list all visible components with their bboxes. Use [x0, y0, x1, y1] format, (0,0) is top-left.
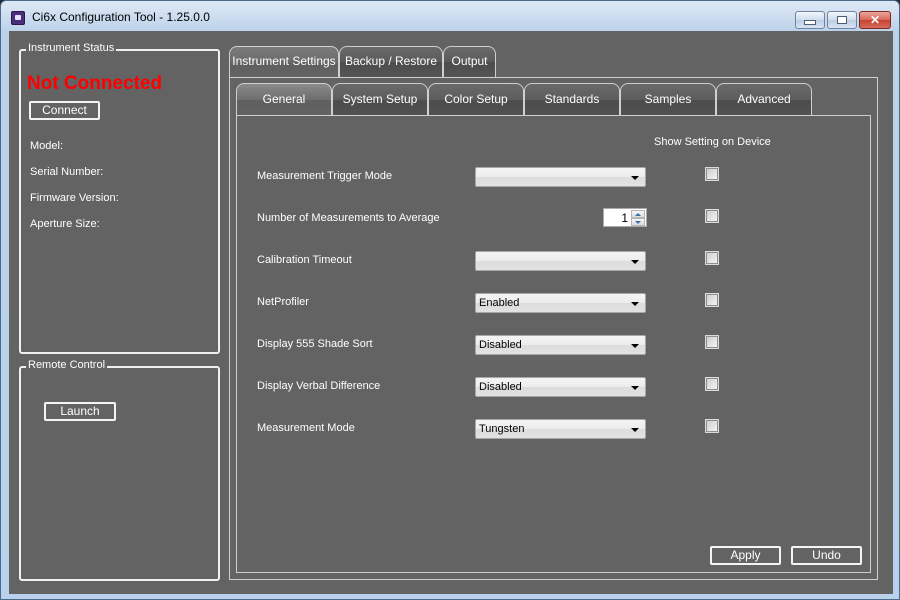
window-title: Ci6x Configuration Tool - 1.25.0.0 [32, 10, 210, 24]
minimize-icon [804, 20, 816, 25]
close-icon: ✕ [869, 13, 881, 27]
display-555-shade-sort-show-checkbox[interactable] [706, 336, 718, 348]
title-bar[interactable]: Ci6x Configuration Tool - 1.25.0.0 ✕ [1, 1, 899, 35]
app-icon [11, 11, 25, 25]
measurements-to-average-show-checkbox[interactable] [706, 210, 718, 222]
calibration-timeout-select[interactable] [475, 251, 646, 271]
tab-output[interactable]: Output [443, 46, 496, 77]
client-area: Instrument Status Not Connected Connect … [9, 31, 893, 594]
measurement-mode-value: Tungsten [479, 423, 525, 435]
model-label: Model: [30, 140, 64, 152]
tab-instrument-settings[interactable]: Instrument Settings [229, 46, 339, 78]
spin-down-icon[interactable] [631, 218, 645, 226]
aperture-size-label: Aperture Size: [30, 218, 100, 230]
netprofiler-value: Enabled [479, 297, 520, 309]
remote-control-group: Remote Control [19, 359, 220, 581]
measurement-mode-label: Measurement Mode [257, 422, 355, 434]
display-555-shade-sort-select[interactable]: Disabled [475, 335, 646, 355]
measurements-to-average-spinner[interactable]: 1 [603, 208, 647, 227]
calibration-timeout-label: Calibration Timeout [257, 254, 352, 266]
display-verbal-difference-label: Display Verbal Difference [257, 380, 381, 392]
netprofiler-select[interactable]: Enabled [475, 293, 646, 313]
tab-standards[interactable]: Standards [524, 83, 620, 116]
tab-samples[interactable]: Samples [620, 83, 716, 116]
tab-general[interactable]: General [236, 83, 332, 116]
firmware-version-label: Firmware Version: [30, 192, 119, 204]
display-555-shade-sort-label: Display 555 Shade Sort [257, 338, 373, 350]
dropdown-arrow-icon [631, 176, 639, 180]
measurements-to-average-label: Number of Measurements to Average [257, 212, 440, 224]
display-verbal-difference-value: Disabled [479, 381, 522, 393]
netprofiler-label: NetProfiler [257, 296, 309, 308]
display-verbal-difference-select[interactable]: Disabled [475, 377, 646, 397]
show-setting-column-header: Show Setting on Device [654, 136, 771, 148]
spin-up-icon[interactable] [631, 210, 645, 218]
undo-button[interactable]: Undo [791, 546, 862, 565]
remote-control-title: Remote Control [26, 359, 108, 371]
dropdown-arrow-icon [631, 302, 639, 306]
tab-advanced[interactable]: Advanced [716, 83, 812, 116]
app-window: Ci6x Configuration Tool - 1.25.0.0 ✕ Ins… [0, 0, 900, 600]
dropdown-arrow-icon [631, 386, 639, 390]
minimize-button[interactable] [795, 11, 825, 29]
tab-backup-restore[interactable]: Backup / Restore [339, 46, 443, 77]
dropdown-arrow-icon [631, 344, 639, 348]
measurement-mode-select[interactable]: Tungsten [475, 419, 646, 439]
display-verbal-difference-show-checkbox[interactable] [706, 378, 718, 390]
measurements-to-average-value: 1 [621, 211, 628, 225]
display-555-shade-sort-value: Disabled [479, 339, 522, 351]
connection-status: Not Connected [27, 73, 163, 94]
tab-color-setup[interactable]: Color Setup [428, 83, 524, 116]
measurement-mode-show-checkbox[interactable] [706, 420, 718, 432]
measurement-trigger-mode-label: Measurement Trigger Mode [257, 170, 393, 182]
netprofiler-show-checkbox[interactable] [706, 294, 718, 306]
tab-system-setup[interactable]: System Setup [332, 83, 428, 116]
maximize-button[interactable] [827, 11, 857, 29]
serial-number-label: Serial Number: [30, 166, 104, 178]
maximize-icon [837, 16, 847, 24]
close-button[interactable]: ✕ [859, 11, 891, 29]
dropdown-arrow-icon [631, 428, 639, 432]
calibration-timeout-show-checkbox[interactable] [706, 252, 718, 264]
measurement-trigger-mode-select[interactable] [475, 167, 646, 187]
instrument-status-title: Instrument Status [26, 42, 117, 54]
launch-button[interactable]: Launch [44, 402, 116, 421]
dropdown-arrow-icon [631, 260, 639, 264]
measurement-trigger-mode-show-checkbox[interactable] [706, 168, 718, 180]
connect-button[interactable]: Connect [29, 101, 100, 120]
apply-button[interactable]: Apply [710, 546, 781, 565]
